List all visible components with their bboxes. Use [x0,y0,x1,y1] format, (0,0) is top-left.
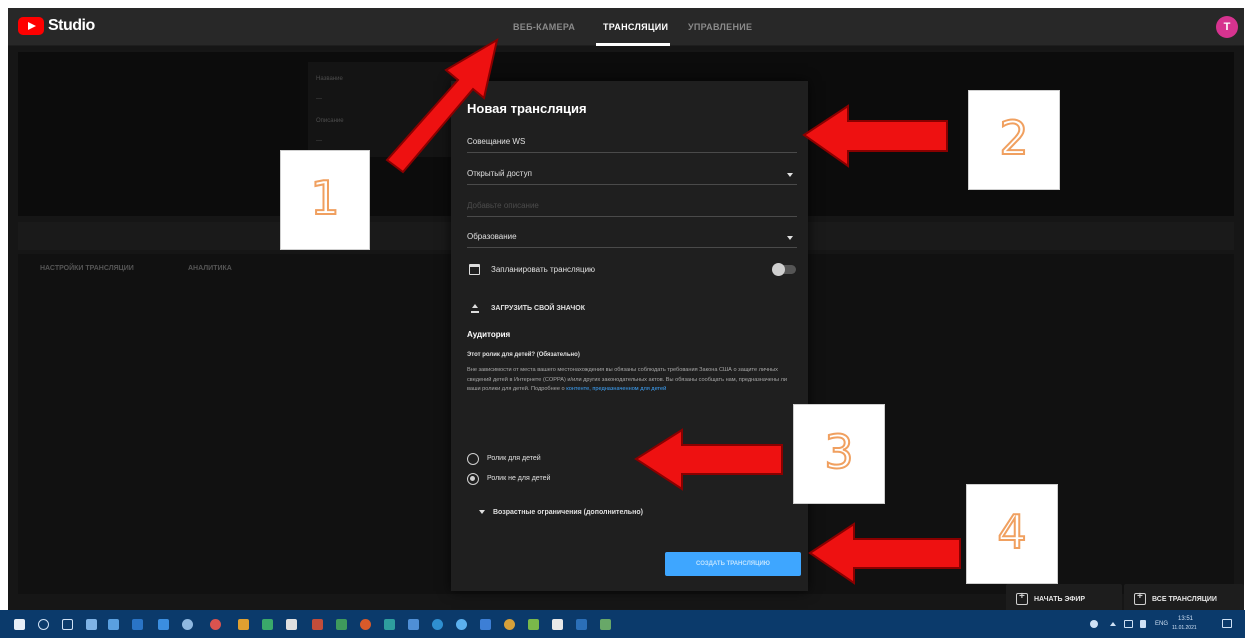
taskbar-app-icon[interactable] [286,619,297,630]
taskbar-app-icon[interactable] [576,619,587,630]
clock-time[interactable]: 13:51 [1178,616,1193,622]
chevron-up-icon[interactable] [1110,622,1116,626]
clock-date[interactable]: 11.01.2021 [1172,625,1197,631]
annotation-box-1: 1 [280,150,370,250]
annotation-number-3: 3 [823,424,854,480]
people-icon[interactable] [1090,620,1098,628]
taskbar-app-icon[interactable] [480,619,491,630]
taskbar-app-icon[interactable] [86,619,97,630]
search-icon[interactable] [38,619,49,630]
edge-browser-icon[interactable] [456,619,467,630]
taskbar-app-icon[interactable] [262,619,273,630]
volume-icon[interactable] [1140,620,1146,628]
taskbar-app-icon[interactable] [528,619,539,630]
notifications-icon[interactable] [1222,619,1232,628]
taskbar-app-icon[interactable] [182,619,193,630]
taskbar-app-icon[interactable] [504,619,515,630]
taskbar-app-icon[interactable] [408,619,419,630]
taskbar-app-icon[interactable] [432,619,443,630]
taskbar-app-icon[interactable] [132,619,143,630]
taskbar-app-icon[interactable] [312,619,323,630]
windows-taskbar: ENG 13:51 11.01.2021 [0,610,1245,638]
annotation-number-4: 4 [996,504,1027,560]
annotation-number-1: 1 [309,170,340,226]
taskbar-app-icon[interactable] [360,619,371,630]
arrow-1 [385,37,499,174]
taskbar-app-icon[interactable] [238,619,249,630]
annotation-box-2: 2 [968,90,1060,190]
taskbar-app-icon[interactable] [210,619,221,630]
taskbar-app-icon[interactable] [552,619,563,630]
windows-start-icon[interactable] [14,619,25,630]
taskbar-app-icon[interactable] [108,619,119,630]
arrow-3 [634,428,783,491]
annotation-box-3: 3 [793,404,885,504]
taskbar-app-icon[interactable] [336,619,347,630]
network-icon[interactable] [1124,620,1133,628]
taskbar-app-icon[interactable] [384,619,395,630]
annotation-number-2: 2 [998,110,1029,166]
taskbar-app-icon[interactable] [158,619,169,630]
taskbar-app-icon[interactable] [600,619,611,630]
task-view-icon[interactable] [62,619,73,630]
language-indicator[interactable]: ENG [1155,621,1168,627]
arrow-4 [808,522,961,585]
arrow-2 [802,104,948,168]
annotation-box-4: 4 [966,484,1058,584]
